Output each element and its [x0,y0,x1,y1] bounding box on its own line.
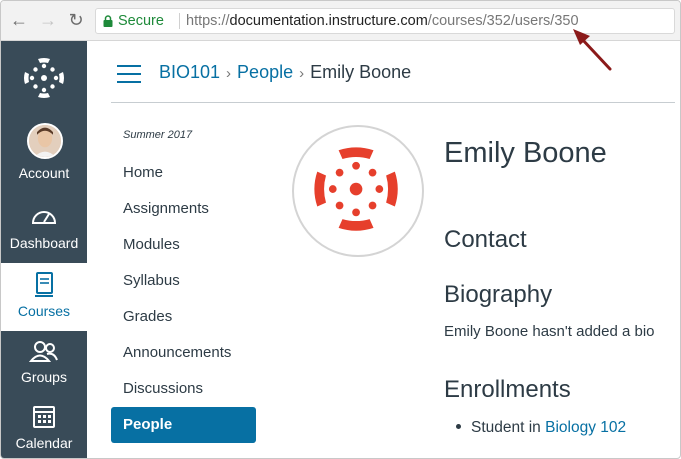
page-header: BIO101 › People › Emily Boone [87,41,680,103]
url-divider [179,13,180,29]
url-host: documentation.instructure.com [229,13,428,29]
global-nav-calendar-label: Calendar [15,435,73,451]
hamburger-menu-icon[interactable] [117,65,141,83]
forward-arrow-icon[interactable]: → [38,10,58,30]
canvas-logo-icon[interactable] [23,57,65,99]
lock-icon [103,15,113,27]
breadcrumb: BIO101 › People › Emily Boone [159,62,411,83]
reload-icon[interactable]: ↻ [66,10,86,30]
breadcrumb-current: Emily Boone [310,62,412,82]
course-nav-announcements[interactable]: Announcements [111,335,256,371]
header-divider [111,102,675,103]
global-nav-groups[interactable]: Groups [1,333,87,401]
global-nav-dashboard-label: Dashboard [9,235,79,251]
global-nav-account[interactable]: Account [1,123,87,191]
course-nav-home[interactable]: Home [111,155,256,191]
global-nav-dashboard[interactable]: Dashboard [1,199,87,267]
course-nav-syllabus[interactable]: Syllabus [111,263,256,299]
course-nav-modules[interactable]: Modules [111,227,256,263]
global-nav-courses[interactable]: Courses [1,263,87,331]
user-photo-icon [29,125,61,157]
global-nav-calendar[interactable]: Calendar [1,401,87,458]
dashboard-icon [31,211,57,224]
biography-text: Emily Boone hasn't added a bio [444,323,655,340]
enrollment-role: Student in [471,419,541,436]
global-nav-groups-label: Groups [21,369,67,385]
breadcrumb-course-link[interactable]: BIO101 [159,62,220,82]
browser-window: ← → ↻ Secure https://documentation.instr… [0,0,681,459]
course-nav-discussions[interactable]: Discussions [111,371,256,407]
enrollment-item: Student in Biology 102 [444,419,626,437]
groups-icon [29,341,58,362]
course-nav-assignments[interactable]: Assignments [111,191,256,227]
enrollments-heading: Enrollments [444,376,571,403]
calendar-icon [33,406,55,428]
back-arrow-icon[interactable]: ← [9,10,29,30]
secure-label: Secure [118,13,164,29]
chevron-right-icon: › [299,65,305,82]
course-term: Summer 2017 [123,129,193,141]
global-nav: Account Dashboard Courses Groups Calenda… [1,41,87,458]
bullet-icon [456,424,461,429]
contact-heading: Contact [444,226,527,253]
course-nav-people[interactable]: People [111,407,256,443]
avatar [27,123,63,159]
course-nav-grades[interactable]: Grades [111,299,256,335]
breadcrumb-people-link[interactable]: People [237,62,293,82]
global-nav-account-label: Account [18,165,70,181]
url-scheme: https:// [186,13,230,29]
global-nav-courses-label: Courses [17,303,71,319]
canvas-avatar-icon [314,147,398,231]
url-text[interactable]: https://documentation.instructure.com/co… [186,9,579,33]
courses-book-icon [35,272,53,297]
biography-heading: Biography [444,281,553,308]
profile-avatar [292,125,424,257]
url-path: /courses/352/users/350 [427,13,579,29]
enrollment-course-link[interactable]: Biology 102 [545,419,626,436]
chevron-right-icon: › [226,65,232,82]
page-title: Emily Boone [444,137,607,169]
